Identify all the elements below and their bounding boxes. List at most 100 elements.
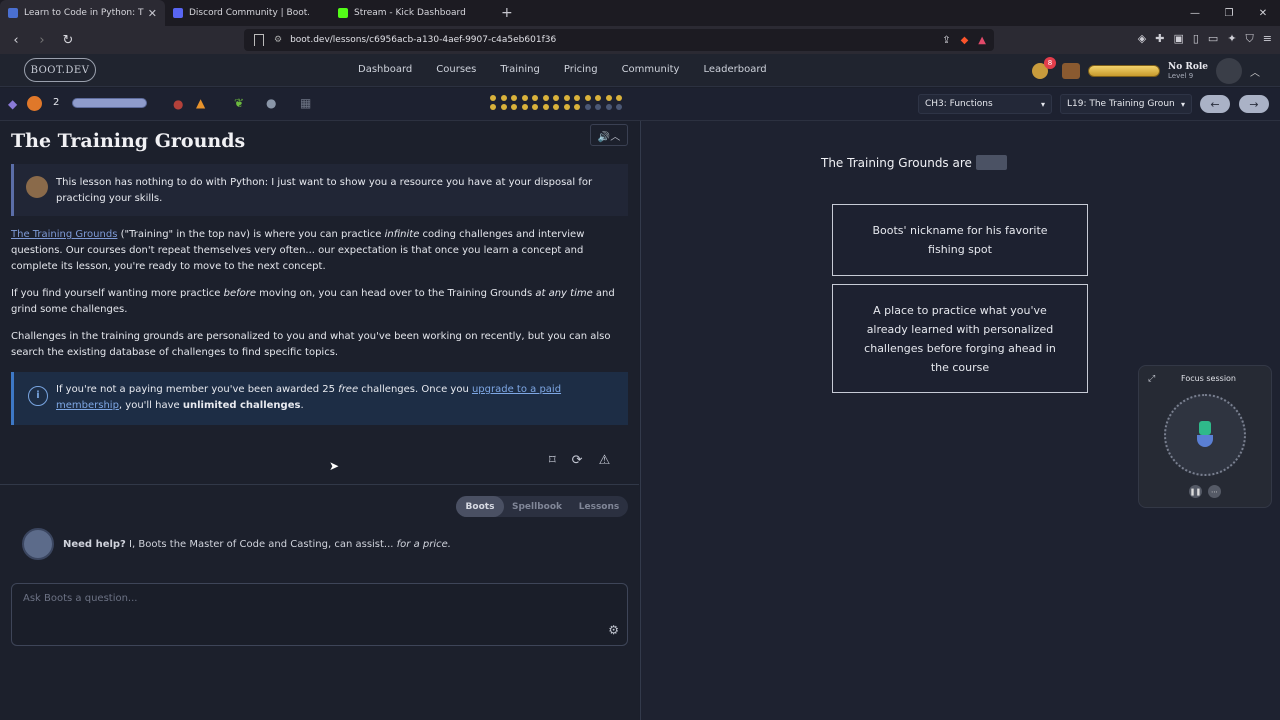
nav-training[interactable]: Training: [500, 64, 539, 75]
report-icon[interactable]: ⚠: [599, 453, 611, 468]
quiz-option-2[interactable]: A place to practice what you've already …: [832, 284, 1088, 393]
progress-dot[interactable]: [511, 104, 517, 110]
minimize-icon[interactable]: —: [1178, 0, 1212, 26]
progress-dot[interactable]: [500, 104, 507, 110]
lesson-select[interactable]: L19: The Training Grounds ▾: [1060, 94, 1192, 114]
progress-dot[interactable]: [605, 104, 612, 110]
progress-dot[interactable]: [574, 104, 580, 110]
share-icon[interactable]: ⇪: [942, 35, 950, 46]
close-window-icon[interactable]: ✕: [1246, 0, 1280, 26]
progress-dot[interactable]: [616, 104, 622, 110]
progress-dot[interactable]: [553, 104, 559, 110]
close-tab-icon[interactable]: ✕: [148, 7, 157, 20]
progress-dot[interactable]: [542, 104, 549, 110]
scroll-icon[interactable]: ▦: [300, 96, 311, 110]
chevron-up-icon[interactable]: ︿: [1250, 64, 1260, 79]
audio-button[interactable]: 🔊︿: [590, 124, 628, 146]
new-tab-button[interactable]: +: [501, 5, 513, 21]
nav-community[interactable]: Community: [622, 64, 680, 75]
tab-active[interactable]: Learn to Code in Python: The Tra ✕: [0, 0, 165, 26]
progress-dot[interactable]: [553, 95, 559, 101]
notification-badge: 8: [1044, 57, 1056, 69]
address-bar[interactable]: ⚙ boot.dev/lessons/c6956acb-a130-4aef-99…: [244, 29, 994, 51]
progress-dot[interactable]: [563, 104, 570, 110]
bookmark-icon[interactable]: [254, 34, 264, 46]
progress-dot[interactable]: [521, 104, 528, 110]
nav-dashboard[interactable]: Dashboard: [358, 64, 412, 75]
emphasis: at any time: [535, 288, 593, 299]
leo-icon[interactable]: ✦: [1227, 32, 1236, 46]
progress-dot[interactable]: [521, 95, 528, 101]
brave-rewards-icon[interactable]: ▲: [978, 35, 986, 46]
extension-icon[interactable]: ◈: [1138, 32, 1146, 46]
restore-icon[interactable]: ❐: [1212, 0, 1246, 26]
progress-dot[interactable]: [490, 95, 496, 101]
potion-icon[interactable]: ●: [173, 97, 183, 111]
avatar[interactable]: [1216, 58, 1242, 84]
boot-dev-logo[interactable]: BOOT.DEV: [24, 58, 96, 82]
progress-dot[interactable]: [490, 104, 496, 110]
role-info[interactable]: No Role Level 9: [1168, 62, 1208, 80]
streak-icon[interactable]: [27, 96, 42, 111]
wallet-icon[interactable]: ▭: [1208, 32, 1218, 46]
tab-lessons[interactable]: Lessons: [570, 496, 628, 517]
notifications-icon[interactable]: 8: [1032, 57, 1056, 79]
tab-kick[interactable]: Stream - Kick Dashboard: [330, 0, 495, 26]
chapter-select[interactable]: CH3: Functions ▾: [918, 94, 1052, 114]
tab-boots[interactable]: Boots: [456, 496, 504, 517]
progress-dot[interactable]: [584, 104, 591, 110]
herb-icon[interactable]: ❦: [234, 96, 244, 110]
progress-dot[interactable]: [584, 95, 591, 101]
progress-dot[interactable]: [574, 95, 580, 101]
reload-icon[interactable]: ↻: [58, 33, 78, 48]
gear-icon[interactable]: ⚙: [608, 623, 619, 637]
nav-courses[interactable]: Courses: [436, 64, 476, 75]
bookmark-icon[interactable]: ⌑: [549, 453, 556, 468]
forward-icon[interactable]: ›: [32, 33, 52, 48]
sidebar-icon[interactable]: ▯: [1193, 32, 1199, 46]
pause-icon[interactable]: ❚❚: [1189, 485, 1202, 498]
quiz-option-1[interactable]: Boots' nickname for his favorite fishing…: [832, 204, 1088, 276]
training-grounds-link[interactable]: The Training Grounds: [11, 229, 117, 240]
tab-discord[interactable]: Discord Community | Boot.dev: [165, 0, 330, 26]
nav-pricing[interactable]: Pricing: [564, 64, 598, 75]
nav-leaderboard[interactable]: Leaderboard: [703, 64, 766, 75]
previous-lesson-button[interactable]: ←: [1200, 95, 1230, 113]
puzzle-icon[interactable]: ✚: [1155, 32, 1164, 46]
more-icon[interactable]: ⋯: [1208, 485, 1221, 498]
progress-dot[interactable]: [595, 104, 601, 110]
callout-text: If you're not a paying member you've bee…: [56, 384, 339, 395]
site-info-icon[interactable]: ⚙: [274, 35, 282, 45]
expand-icon[interactable]: ⤢: [1148, 374, 1155, 384]
progress-dot[interactable]: [616, 95, 622, 101]
chevron-down-icon: ▾: [1040, 99, 1045, 109]
chest-icon[interactable]: [1062, 63, 1080, 79]
progress-dot[interactable]: [563, 95, 570, 101]
progress-dot[interactable]: [542, 95, 549, 101]
progress-dot[interactable]: [500, 95, 507, 101]
kick-favicon-icon: [338, 8, 348, 18]
option-text: A place to practice what you've already …: [864, 303, 1056, 374]
paragraph-text: Challenges in the training grounds are p…: [11, 331, 611, 358]
ask-boots-input[interactable]: Ask Boots a question... ⚙: [11, 583, 628, 646]
pet-icon[interactable]: ◆: [8, 97, 17, 111]
progress-dot[interactable]: [605, 95, 612, 101]
level-label: Level 9: [1168, 72, 1194, 80]
paragraph-1: The Training Grounds ("Training" in the …: [11, 227, 631, 275]
progress-dot[interactable]: [511, 95, 517, 101]
tab-spellbook[interactable]: Spellbook: [504, 496, 570, 517]
progress-dot[interactable]: [532, 95, 538, 101]
progress-dot[interactable]: [595, 95, 601, 101]
reader-icon[interactable]: ▣: [1173, 32, 1183, 46]
brave-shield-icon[interactable]: ◆: [961, 35, 969, 46]
boot-dev-favicon-icon: [8, 8, 18, 18]
menu-icon[interactable]: ≡: [1263, 32, 1272, 46]
next-lesson-button[interactable]: →: [1239, 95, 1269, 113]
flame-icon[interactable]: ▲: [196, 96, 205, 110]
back-icon[interactable]: ‹: [6, 33, 26, 48]
lesson-toolbar: ◆ 2 ● ▲ ❦ ● ▦ CH3: Functions ▾ L19: The …: [0, 88, 1280, 121]
flask-icon[interactable]: ●: [266, 96, 276, 110]
reset-icon[interactable]: ⟳: [572, 453, 583, 468]
vpn-icon[interactable]: ⛉: [1246, 32, 1254, 46]
progress-dot[interactable]: [532, 104, 538, 110]
